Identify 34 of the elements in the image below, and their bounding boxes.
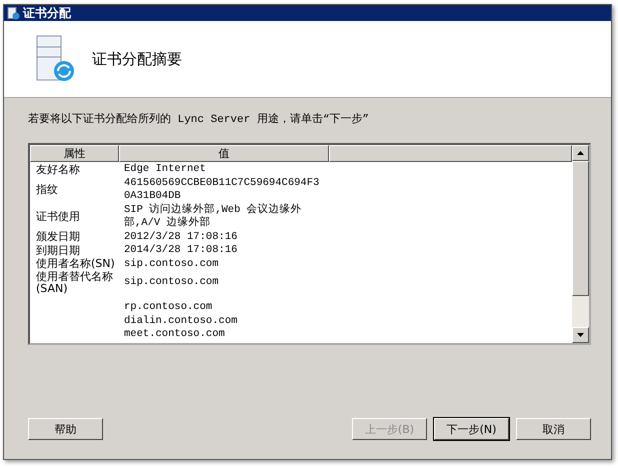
property-cell-text: 到期日期	[35, 244, 81, 257]
wizard-button[interactable]: 取消	[516, 418, 591, 440]
scroll-up-icon[interactable]	[572, 145, 589, 161]
value-cell: 2012/3/28 17:08:16	[124, 230, 238, 242]
property-cell-text: 友好名称	[35, 164, 81, 176]
property-cell-text: 使用者替代名称(SAN)	[35, 271, 114, 295]
help-button[interactable]: 帮助	[28, 418, 103, 440]
header-title: 证书分配摘要	[92, 50, 182, 68]
column-header[interactable]: 属性	[30, 145, 119, 162]
value-cell: meet.contoso.com	[124, 328, 225, 340]
scroll-thumb[interactable]	[572, 161, 589, 296]
value-cell: 2014/3/28 17:08:16	[124, 244, 238, 256]
value-cell: 0A31B04DB	[124, 190, 181, 202]
property-cell-text: 颁发日期	[35, 231, 81, 244]
value-cell: SIP 访问边缘外部,Web 会议边缘外	[124, 204, 302, 216]
value-cell: Edge Internet	[124, 163, 206, 175]
value-cell: rp.contoso.com	[124, 301, 212, 313]
value-cell: sip.contoso.com	[124, 258, 219, 270]
wizard-button[interactable]: 下一步(N)	[434, 418, 509, 440]
property-cell-text: 指纹	[35, 184, 59, 196]
column-header[interactable]	[329, 145, 572, 162]
scroll-down-icon[interactable]	[572, 327, 589, 343]
value-cell: 部,A/V 边缘外部	[124, 217, 211, 229]
window-title: 证书分配	[23, 4, 71, 22]
server-refresh-icon	[36, 35, 76, 83]
column-header[interactable]: 值	[119, 145, 329, 162]
instruction-text: 若要将以下证书分配给所列的 Lync Server 用途，请单击“下一步”	[28, 112, 370, 126]
property-cell-text: 使用者名称(SN)	[35, 258, 116, 270]
value-cell: dialin.contoso.com	[124, 314, 238, 326]
value-cell: sip.contoso.com	[124, 276, 219, 288]
scrollbar[interactable]	[572, 145, 589, 343]
property-cell-text: 证书使用	[35, 211, 81, 223]
value-cell: 461560569CCBE0B11C7C59694C694F3	[124, 176, 320, 188]
certificate-icon	[7, 6, 20, 20]
